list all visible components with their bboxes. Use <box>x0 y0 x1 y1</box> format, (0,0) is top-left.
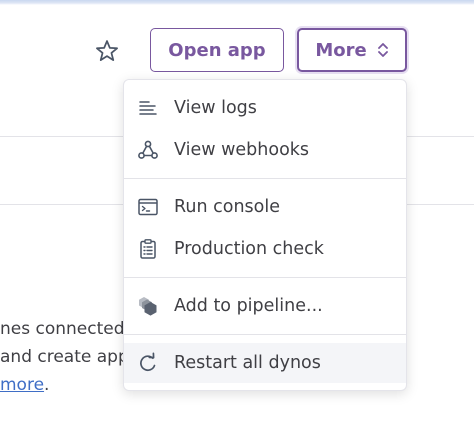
restart-icon <box>140 352 156 372</box>
menu-item-restart-all-dynos[interactable]: Restart all dynos <box>124 343 406 383</box>
menu-item-label: Production check <box>174 239 324 259</box>
menu-item-label: View logs <box>174 98 257 118</box>
menu-item-label: Restart all dynos <box>174 353 321 373</box>
more-button[interactable]: More <box>297 28 407 72</box>
menu-divider <box>124 277 406 278</box>
background-text-line: and create app <box>0 347 129 367</box>
link-suffix: . <box>44 375 50 395</box>
menu-divider <box>124 178 406 179</box>
menu-item-add-to-pipeline[interactable]: Add to pipeline... <box>124 286 406 326</box>
webhooks-icon <box>138 140 158 159</box>
menu-item-label: Run console <box>174 197 280 217</box>
star-icon[interactable] <box>94 38 120 64</box>
menu-item-view-logs[interactable]: View logs <box>124 88 406 128</box>
logs-icon <box>139 101 157 115</box>
more-dropdown-menu: View logs View webhooks Run console Prod… <box>123 79 407 391</box>
clipboard-check-icon <box>140 239 156 259</box>
background-text-line: more. <box>0 375 49 395</box>
menu-divider <box>124 334 406 335</box>
background-text-line: nes connected <box>0 319 125 339</box>
menu-item-label: Add to pipeline... <box>174 296 323 316</box>
more-button-label: More <box>315 39 367 61</box>
top-accent-stripe <box>0 0 474 5</box>
chevron-up-down-icon <box>377 43 388 57</box>
console-icon <box>138 198 158 216</box>
pipeline-icon <box>139 297 157 316</box>
menu-item-label: View webhooks <box>174 140 310 160</box>
learn-more-link[interactable]: more <box>0 375 44 395</box>
menu-item-view-webhooks[interactable]: View webhooks <box>124 130 406 170</box>
menu-item-production-check[interactable]: Production check <box>124 229 406 269</box>
open-app-button-label: Open app <box>168 39 266 61</box>
menu-item-run-console[interactable]: Run console <box>124 187 406 227</box>
open-app-button[interactable]: Open app <box>150 28 284 72</box>
